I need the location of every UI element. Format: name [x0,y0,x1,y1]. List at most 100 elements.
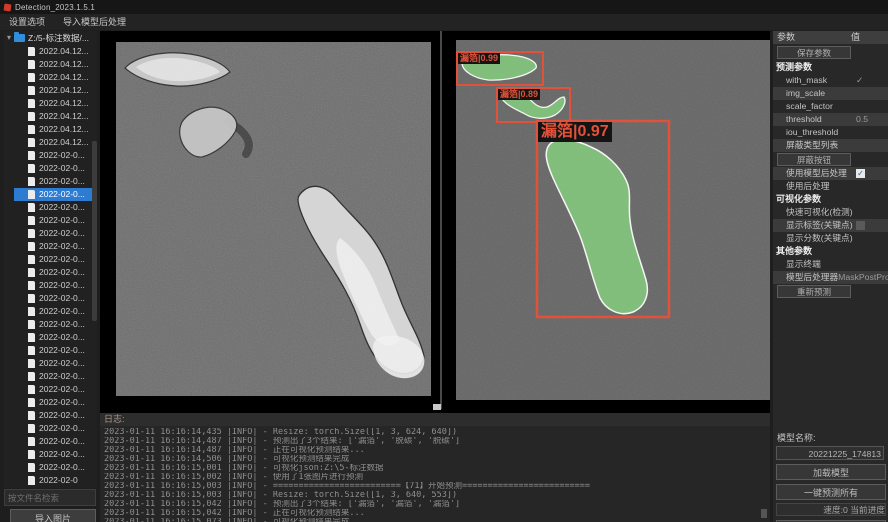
tree-item[interactable]: 2022.04.12... [14,71,97,84]
param-button-row: 屏蔽按钮 [773,152,888,167]
param-row[interactable]: threshold0.5 [773,113,888,126]
tree-item[interactable]: 2022.04.12... [14,123,97,136]
file-icon [28,372,35,381]
tree-item[interactable]: 2022-02-0 [14,474,97,487]
param-row[interactable]: scale_factor [773,100,888,113]
log-line: 2023-01-11 16:16:14,506 |INFO| - 可视化预测结果… [104,455,770,464]
param-row[interactable]: iou_threshold [773,126,888,139]
log-header: 日志: [100,413,770,426]
tree-item[interactable]: 2022-02-0... [14,188,97,201]
file-icon [28,268,35,277]
tree-item[interactable]: 2022.04.12... [14,97,97,110]
tree-item[interactable]: 2022.04.12... [14,84,97,97]
param-row[interactable]: 快速可视化(检测) [773,206,888,219]
param-row[interactable]: 屏蔽类型列表 [773,139,888,152]
left-image-view[interactable] [116,42,431,396]
tree-item[interactable]: 2022-02-0... [14,396,97,409]
file-icon [28,333,35,342]
file-icon [28,203,35,212]
menu-import-postprocess[interactable]: 导入模型后处理 [54,14,135,30]
param-button[interactable]: 重新预测 [777,285,851,298]
tree-item[interactable]: 2022-02-0... [14,162,97,175]
tree-item[interactable]: 2022-02-0... [14,227,97,240]
param-row[interactable]: 显示分数(关键点) [773,232,888,245]
tree-item[interactable]: 2022-02-0... [14,279,97,292]
import-image-button[interactable]: 导入图片 [10,509,96,522]
tree-item-label: 2022.04.12... [39,58,89,71]
tree-item[interactable]: 2022-02-0... [14,305,97,318]
tree-item-label: 2022.04.12... [39,123,89,136]
file-icon [28,450,35,459]
panel-divider[interactable] [440,31,442,409]
tree-item[interactable]: 2022-02-0... [14,461,97,474]
tree-item[interactable]: 2022.04.12... [14,58,97,71]
tree-item[interactable]: 2022-02-0... [14,383,97,396]
model-name-field[interactable]: 20221225_174813 [776,446,884,460]
tree-item[interactable]: 2022-02-0... [14,357,97,370]
log-line: 2023-01-11 16:16:14,487 |INFO| - 正在可视化预测… [104,446,770,455]
param-row[interactable]: 使用后处理 [773,180,888,193]
search-input[interactable] [4,489,96,506]
load-model-button[interactable]: 加载模型 [776,464,886,480]
tree-item[interactable]: 2022-02-0... [14,435,97,448]
checkbox[interactable]: ✓ [856,169,865,178]
tree-item[interactable]: 2022-02-0... [14,422,97,435]
file-tree-panel[interactable]: ▾ Z:/5-标注数据/... 2022.04.12...2022.04.12.… [4,31,97,488]
file-icon [28,346,35,355]
tree-item[interactable]: 2022-02-0... [14,409,97,422]
file-icon [28,73,35,82]
save-params-button[interactable]: 保存参数 [777,46,851,59]
tree-item[interactable]: 2022-02-0... [14,292,97,305]
param-row[interactable]: 显示标签(关键点) [773,219,888,232]
tree-item[interactable]: 2022-02-0... [14,344,97,357]
param-value: 0.5 [856,113,888,126]
file-icon [28,190,35,199]
predict-all-button[interactable]: 一键预测所有 [776,484,886,500]
tree-item[interactable]: 2022-02-0... [14,318,97,331]
tree-item[interactable]: 2022-02-0... [14,149,97,162]
tree-item[interactable]: 2022-02-0... [14,370,97,383]
file-icon [28,164,35,173]
file-icon [28,47,35,56]
splitter-handle[interactable] [433,404,441,410]
tree-item-label: 2022-02-0... [39,435,85,448]
file-icon [28,151,35,160]
tree-item-label: 2022-02-0... [39,448,85,461]
param-value: MaskPostPro [838,271,888,284]
log-line: 2023-01-11 16:16:15,042 |INFO| - 正在可视化预测… [104,509,770,518]
tree-item[interactable]: 2022-02-0... [14,175,97,188]
tree-item[interactable]: 2022-02-0... [14,253,97,266]
param-row[interactable]: 显示终端 [773,258,888,271]
param-button[interactable]: 屏蔽按钮 [777,153,851,166]
log-scrollbar[interactable] [761,509,767,518]
checkbox[interactable] [856,221,865,230]
tree-item[interactable]: 2022-02-0... [14,214,97,227]
tree-item[interactable]: 2022.04.12... [14,110,97,123]
param-value [856,139,888,152]
tree-item[interactable]: 2022-02-0... [14,448,97,461]
log-panel[interactable]: 日志: 2023-01-11 16:16:14,435 |INFO| - Res… [100,413,770,522]
tree-root[interactable]: ▾ Z:/5-标注数据/... [4,31,97,45]
tree-item[interactable]: 2022.04.12... [14,45,97,58]
tree-item[interactable]: 2022-02-0... [14,201,97,214]
image-canvas: 漏箔|0.99 漏箔|0.89 漏箔|0.97 [100,31,770,413]
tree-item[interactable]: 2022-02-0... [14,331,97,344]
tree-item[interactable]: 2022-02-0... [14,240,97,253]
tree-item-label: 2022.04.12... [39,84,89,97]
file-icon [28,307,35,316]
caret-down-icon[interactable]: ▾ [7,31,11,45]
file-icon [28,216,35,225]
tree-item[interactable]: 2022-02-0... [14,266,97,279]
file-icon [28,424,35,433]
tree-item-label: 2022-02-0... [39,409,85,422]
tree-item-label: 2022-02-0... [39,370,85,383]
param-row[interactable]: 使用模型后处理✓ [773,167,888,180]
menu-settings[interactable]: 设置选项 [0,14,54,30]
param-row[interactable]: img_scale [773,87,888,100]
tree-scrollbar[interactable] [92,141,97,321]
param-value [856,126,888,139]
param-row[interactable]: 模型后处理器MaskPostPro [773,271,888,284]
param-row[interactable]: with_mask✓ [773,74,888,87]
tree-item[interactable]: 2022.04.12... [14,136,97,149]
menu-bar: 设置选项 导入模型后处理 [0,14,888,30]
